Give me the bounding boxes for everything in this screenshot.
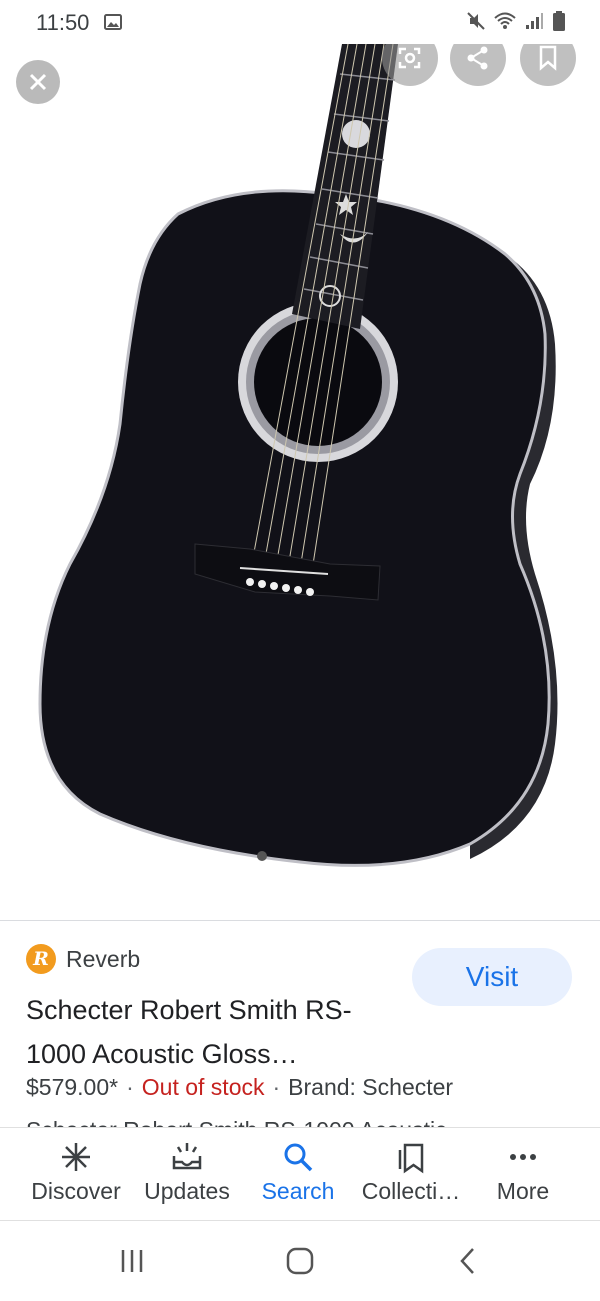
more-dots-icon: [510, 1154, 536, 1160]
product-title[interactable]: Schecter Robert Smith RS-1000 Acoustic G…: [26, 988, 406, 1076]
back-icon: [460, 1248, 474, 1274]
brand: Brand: Schecter: [288, 1074, 454, 1100]
source-name: Reverb: [66, 945, 141, 972]
nav-label: More: [496, 1178, 550, 1204]
share-icon: [467, 46, 488, 70]
system-nav-bar: [0, 1220, 600, 1301]
nav-collections[interactable]: Collecti…: [352, 1140, 470, 1205]
wifi-icon: [494, 11, 516, 36]
bottom-nav: Discover Updates Search Collecti… More: [0, 1127, 600, 1221]
updates-inbox-icon: [172, 1143, 202, 1170]
search-icon: [284, 1143, 313, 1172]
lens-icon: [398, 47, 421, 69]
reverb-logo: R: [26, 944, 56, 974]
guitar-image: [38, 44, 558, 867]
divider: [0, 920, 600, 921]
battery-icon: [552, 10, 566, 37]
bookmark-icon: [539, 45, 557, 71]
close-icon: [29, 73, 47, 91]
status-bar: 11:50: [0, 0, 600, 44]
product-meta: $579.00* · Out of stock · Brand: Schecter: [26, 1074, 454, 1100]
home-button[interactable]: [280, 1241, 320, 1281]
collections-bookmark-icon: [398, 1143, 424, 1174]
price: $579.00*: [26, 1074, 119, 1100]
nav-more[interactable]: More: [464, 1140, 582, 1205]
signal-icon: [524, 11, 544, 36]
nav-label: Search: [261, 1178, 335, 1204]
source-row[interactable]: R Reverb: [26, 944, 140, 974]
nav-label: Discover: [31, 1178, 121, 1204]
mute-icon: [466, 11, 486, 36]
home-icon: [286, 1247, 314, 1275]
stock-status: Out of stock: [141, 1074, 265, 1100]
status-icons: [466, 10, 566, 37]
nav-updates[interactable]: Updates: [128, 1140, 246, 1205]
nav-discover[interactable]: Discover: [17, 1140, 135, 1205]
nav-label: Updates: [144, 1178, 230, 1204]
visit-button[interactable]: Visit: [412, 948, 572, 1006]
back-button[interactable]: [448, 1241, 488, 1281]
recent-apps-icon: [121, 1250, 143, 1272]
status-time: 11:50: [36, 10, 90, 35]
image-preview[interactable]: [0, 44, 600, 920]
close-button[interactable]: [16, 60, 60, 104]
gallery-notification-icon: [104, 13, 122, 36]
recent-apps-button[interactable]: [112, 1241, 152, 1281]
nav-label: Collecti…: [361, 1178, 461, 1204]
nav-search[interactable]: Search: [239, 1140, 357, 1205]
asterisk-icon: [62, 1143, 90, 1171]
